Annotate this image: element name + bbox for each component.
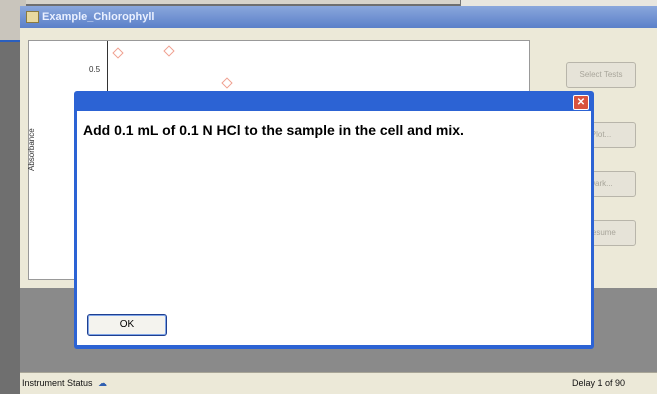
y-axis-label: Absorbance — [27, 128, 36, 171]
data-point — [221, 77, 233, 89]
instrument-status-label: Instrument Status — [22, 378, 93, 388]
dialog-message: Add 0.1 mL of 0.1 N HCl to the sample in… — [83, 122, 464, 138]
cloud-icon[interactable]: ☁ — [98, 378, 107, 389]
instruction-dialog: ✕ Add 0.1 mL of 0.1 N HCl to the sample … — [74, 91, 594, 349]
app-icon — [26, 11, 39, 23]
delay-counter: Delay 1 of 90 — [572, 378, 626, 388]
dialog-body: Add 0.1 mL of 0.1 N HCl to the sample in… — [77, 111, 591, 345]
y-tick-label: 0.5 — [89, 65, 101, 74]
title-bar[interactable]: Example_Chlorophyll — [20, 6, 657, 28]
status-bar: Instrument Status ☁ Delay 1 of 90 — [20, 372, 657, 394]
data-point — [163, 45, 175, 57]
close-icon[interactable]: ✕ — [573, 95, 589, 110]
data-point — [112, 47, 124, 59]
select-tests-button[interactable]: Select Tests — [566, 62, 636, 88]
window-title: Example_Chlorophyll — [42, 11, 155, 23]
ok-button[interactable]: OK — [87, 314, 167, 336]
